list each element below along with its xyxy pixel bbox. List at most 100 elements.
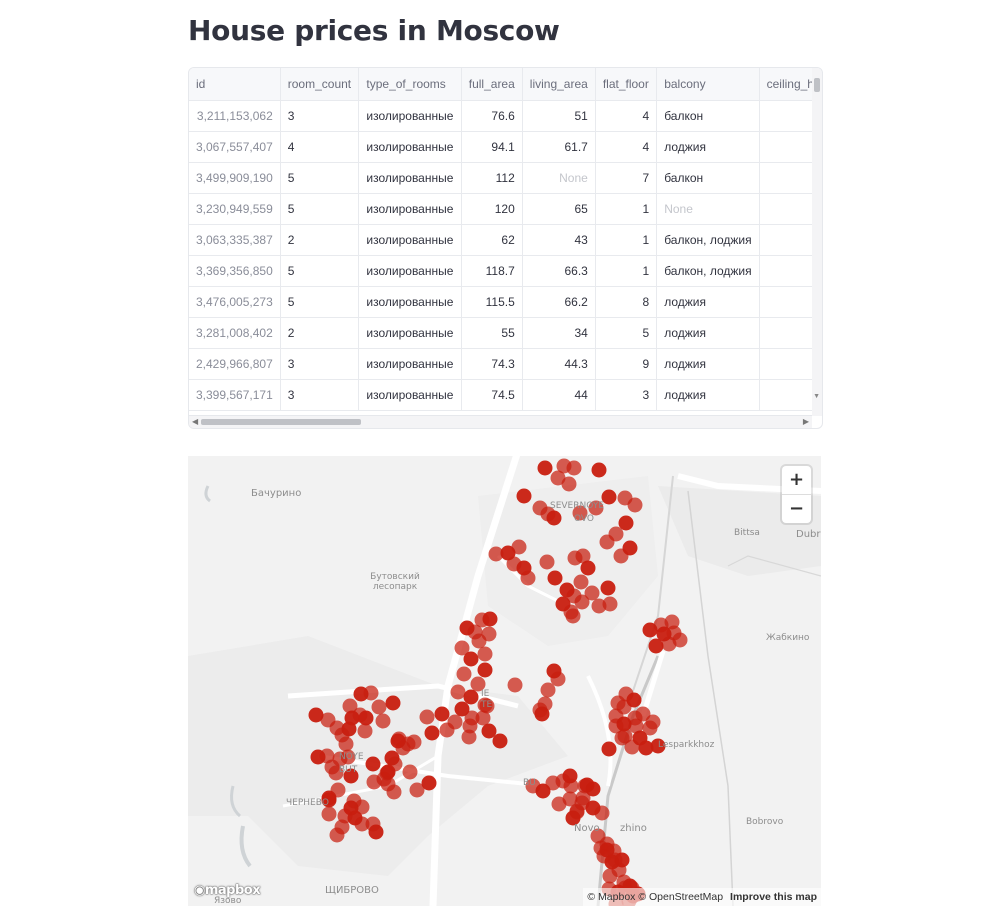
column-header[interactable]: flat_floor — [595, 68, 658, 101]
listing-point[interactable] — [591, 462, 607, 478]
listing-point[interactable] — [559, 582, 575, 598]
listing-point[interactable] — [357, 723, 373, 739]
listing-point[interactable] — [546, 510, 562, 526]
listing-point[interactable] — [532, 702, 548, 718]
table-row[interactable]: 3,399,567,171 3 изолированные 74.5 44 3 лоджия — [189, 379, 822, 411]
listing-point[interactable] — [365, 816, 381, 832]
listing-point[interactable] — [638, 740, 654, 756]
listing-point[interactable] — [385, 695, 401, 711]
listing-point[interactable] — [627, 497, 643, 513]
listing-point[interactable] — [450, 684, 466, 700]
listing-point[interactable] — [580, 560, 596, 576]
horizontal-scrollbar[interactable]: ◀ ▶ — [189, 415, 812, 428]
listing-point[interactable] — [463, 689, 479, 705]
table-row[interactable]: 3,063,335,387 2 изолированные 62 43 1 балкон, … — [189, 224, 822, 256]
table-row[interactable]: 3,211,153,062 3 изолированные 76.6 51 4 балкон — [189, 100, 822, 132]
listing-point[interactable] — [344, 710, 360, 726]
listing-point[interactable] — [606, 843, 622, 859]
column-header[interactable]: living_area — [522, 68, 596, 101]
vertical-scroll-thumb[interactable] — [814, 78, 820, 92]
listing-point[interactable] — [540, 682, 556, 698]
dataframe-table[interactable]: id room_count type_of_rooms full_area living… — [188, 67, 823, 429]
listing-point[interactable] — [563, 778, 579, 794]
listing-point[interactable] — [310, 749, 326, 765]
listing-point[interactable] — [371, 699, 387, 715]
table-row[interactable]: 3,499,909,190 5 изолированные 112 None 7 балко… — [189, 162, 822, 194]
listing-point[interactable] — [419, 709, 435, 725]
listing-point[interactable] — [594, 805, 610, 821]
listing-point[interactable] — [424, 725, 440, 741]
listing-point[interactable] — [602, 868, 618, 884]
listing-point[interactable] — [617, 728, 633, 744]
listing-point[interactable] — [492, 733, 508, 749]
listing-point[interactable] — [579, 777, 595, 793]
listing-point[interactable] — [573, 574, 589, 590]
listing-point[interactable] — [511, 539, 527, 555]
table-row[interactable]: 3,067,557,407 4 изолированные 94.1 61.7 4 лодж… — [189, 131, 822, 163]
listing-point[interactable] — [329, 827, 345, 843]
listing-point[interactable] — [561, 476, 577, 492]
scroll-left-arrow-icon[interactable]: ◀ — [192, 416, 198, 428]
listing-point[interactable] — [467, 624, 483, 640]
listing-point[interactable] — [520, 570, 536, 586]
attribution-text[interactable]: © Mapbox © OpenStreetMap — [587, 891, 723, 903]
listing-point[interactable] — [507, 677, 523, 693]
listing-point[interactable] — [463, 651, 479, 667]
listing-point[interactable] — [569, 803, 585, 819]
mapbox-logo[interactable]: ◉mapbox — [194, 883, 261, 898]
scroll-down-arrow-icon[interactable]: ▼ — [813, 393, 820, 400]
listing-point[interactable] — [600, 580, 616, 596]
listing-point[interactable] — [321, 806, 337, 822]
table-row[interactable]: 2,429,966,807 3 изолированные 74.3 44.3 9 лодж… — [189, 348, 822, 380]
listing-point[interactable] — [584, 585, 600, 601]
listing-point[interactable] — [642, 720, 658, 736]
listing-point[interactable] — [464, 710, 480, 726]
listing-point[interactable] — [358, 710, 374, 726]
listing-point[interactable] — [477, 646, 493, 662]
listing-point[interactable] — [599, 534, 615, 550]
zoom-out-button[interactable]: − — [782, 495, 811, 523]
improve-map-link[interactable]: Improve this map — [730, 891, 817, 903]
table-row[interactable]: 3,230,949,559 5 изолированные 120 65 1 None — [189, 193, 822, 225]
listing-point[interactable] — [537, 460, 553, 476]
table-row[interactable]: 3,281,008,402 2 изолированные 55 34 5 лоджия — [189, 317, 822, 349]
table-row[interactable]: 3,476,005,273 5 изолированные 115.5 66.2 8 лод… — [189, 286, 822, 318]
column-header[interactable]: id — [189, 68, 281, 101]
listing-point[interactable] — [601, 741, 617, 757]
map-view[interactable]: Бачурино Бутовский лесопарк Bittsa Dubr … — [188, 456, 821, 906]
listing-point[interactable] — [547, 570, 563, 586]
listing-point[interactable] — [338, 736, 354, 752]
horizontal-scroll-thumb[interactable] — [201, 419, 361, 425]
listing-point[interactable] — [365, 756, 381, 772]
listing-point[interactable] — [565, 608, 581, 624]
listing-point[interactable] — [602, 596, 618, 612]
listing-point[interactable] — [566, 460, 582, 476]
listing-point[interactable] — [555, 596, 571, 612]
column-header[interactable]: balcony — [656, 68, 760, 101]
listing-point[interactable] — [477, 662, 493, 678]
listing-point[interactable] — [666, 625, 682, 641]
listing-point[interactable] — [516, 488, 532, 504]
listing-point[interactable] — [461, 729, 477, 745]
listing-point[interactable] — [406, 734, 422, 750]
listing-point[interactable] — [421, 775, 437, 791]
column-header[interactable]: type_of_rooms — [358, 68, 462, 101]
listing-point[interactable] — [434, 706, 450, 722]
listing-point[interactable] — [539, 554, 555, 570]
listing-point[interactable] — [618, 686, 634, 702]
listing-point[interactable] — [363, 685, 379, 701]
listing-point[interactable] — [482, 611, 498, 627]
listing-point[interactable] — [354, 799, 370, 815]
scroll-right-arrow-icon[interactable]: ▶ — [803, 416, 809, 428]
zoom-in-button[interactable]: + — [782, 466, 811, 495]
listing-point[interactable] — [380, 776, 396, 792]
listing-point[interactable] — [439, 722, 455, 738]
vertical-scrollbar[interactable]: ▼ — [812, 68, 822, 416]
listing-point[interactable] — [402, 764, 418, 780]
listing-point[interactable] — [456, 666, 472, 682]
table-row[interactable]: 3,369,356,850 5 изолированные 118.7 66.3 1 бал… — [189, 255, 822, 287]
column-header[interactable]: room_count — [280, 68, 360, 101]
listing-point[interactable] — [613, 548, 629, 564]
column-header[interactable]: full_area — [461, 68, 523, 101]
listing-point[interactable] — [375, 713, 391, 729]
